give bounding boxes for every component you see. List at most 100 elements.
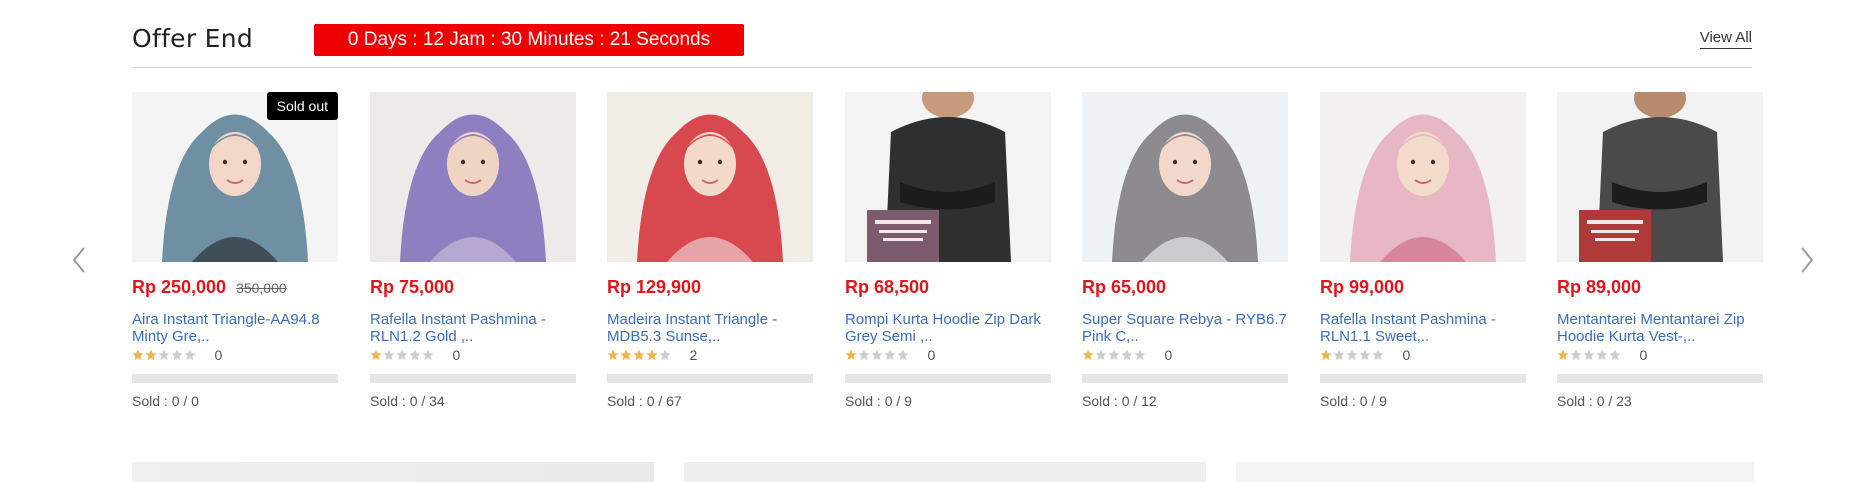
star-icon [620, 349, 632, 361]
promo-banner[interactable] [1236, 462, 1754, 482]
product-card[interactable]: Rp 75,000 Rafella Instant Pashmina - RLN… [370, 92, 576, 422]
product-rating: 0 [1082, 346, 1172, 363]
star-icon [145, 349, 157, 361]
price-row: Rp 89,000 [1557, 277, 1641, 298]
star-rating [1320, 349, 1384, 361]
promo-banner[interactable] [684, 462, 1206, 482]
sold-progress-bar [1557, 374, 1763, 383]
product-name-link[interactable]: Mentantarei Mentantarei Zip Hoodie Kurta… [1557, 311, 1763, 345]
product-image [1320, 92, 1526, 262]
sold-progress-bar [845, 374, 1051, 383]
product-card[interactable]: Rp 129,900 Madeira Instant Triangle - MD… [607, 92, 813, 422]
star-icon [396, 349, 408, 361]
product-price: Rp 68,500 [845, 277, 930, 297]
product-rating: 0 [1557, 346, 1648, 363]
star-icon [646, 349, 658, 361]
product-rating: 0 [370, 346, 461, 363]
rating-count: 0 [927, 346, 936, 363]
product-thumbnail[interactable] [845, 92, 1051, 262]
star-icon [1134, 349, 1146, 361]
sold-progress-bar [1082, 374, 1288, 383]
star-icon [1570, 349, 1582, 361]
product-thumbnail[interactable] [1082, 92, 1288, 262]
chevron-left-icon [72, 247, 85, 273]
product-price: Rp 89,000 [1557, 277, 1642, 297]
sold-count: Sold : 0 / 23 [1557, 393, 1632, 409]
promo-banner[interactable] [132, 462, 654, 482]
rating-count: 0 [214, 346, 223, 363]
product-thumbnail[interactable] [607, 92, 813, 262]
product-carousel: Sold out Rp 250,000 350,000 Aira Instant … [132, 92, 1763, 422]
product-name-link[interactable]: Madeira Instant Triangle - MDB5.3 Sunse,… [607, 311, 813, 345]
sold-count: Sold : 0 / 9 [1320, 393, 1387, 409]
star-icon [1596, 349, 1608, 361]
star-icon [1583, 349, 1595, 361]
price-row: Rp 68,500 [845, 277, 929, 298]
product-name-link[interactable]: Rafella Instant Pashmina - RLN1.2 Gold ,… [370, 311, 576, 345]
star-icon [633, 349, 645, 361]
star-icon [422, 349, 434, 361]
product-card[interactable]: Rp 89,000 Mentantarei Mentantarei Zip Ho… [1557, 92, 1763, 422]
star-rating [607, 349, 671, 361]
product-image [1557, 92, 1763, 262]
sold-out-badge: Sold out [266, 92, 338, 120]
rating-count: 0 [1639, 346, 1648, 363]
star-rating [1557, 349, 1621, 361]
price-row: Rp 99,000 [1320, 277, 1404, 298]
product-rating: 0 [1320, 346, 1411, 363]
product-thumbnail[interactable] [1557, 92, 1763, 262]
product-card[interactable]: Sold out Rp 250,000 350,000 Aira Instant … [132, 92, 338, 422]
product-image [607, 92, 813, 262]
sold-progress-bar [1320, 374, 1526, 383]
star-icon [171, 349, 183, 361]
star-rating [845, 349, 909, 361]
price-row: Rp 129,900 [607, 277, 701, 298]
star-icon [659, 349, 671, 361]
sold-count: Sold : 0 / 34 [370, 393, 445, 409]
star-icon [1359, 349, 1371, 361]
product-image [370, 92, 576, 262]
rating-count: 0 [1402, 346, 1411, 363]
carousel-prev-button[interactable] [68, 240, 92, 280]
star-icon [1095, 349, 1107, 361]
product-rating: 0 [845, 346, 936, 363]
chevron-right-icon [1801, 247, 1814, 273]
star-icon [607, 349, 619, 361]
rating-count: 0 [452, 346, 461, 363]
product-thumbnail[interactable] [370, 92, 576, 262]
star-icon [858, 349, 870, 361]
product-card[interactable]: Rp 68,500 Rompi Kurta Hoodie Zip Dark Gr… [845, 92, 1051, 422]
product-thumbnail[interactable]: Sold out [132, 92, 338, 262]
sold-progress-bar [132, 374, 338, 383]
price-row: Rp 75,000 [370, 277, 454, 298]
sold-progress-bar [370, 374, 576, 383]
price-row: Rp 250,000 350,000 [132, 277, 287, 298]
product-thumbnail[interactable] [1320, 92, 1526, 262]
rating-count: 2 [689, 346, 698, 363]
sold-count: Sold : 0 / 9 [845, 393, 912, 409]
countdown-timer: 0 Days : 12 Jam : 30 Minutes : 21 Second… [314, 24, 744, 56]
product-card[interactable]: Rp 65,000 Super Square Rebya - RYB6.7 Pi… [1082, 92, 1288, 422]
view-all-link[interactable]: View All [1699, 29, 1752, 49]
star-icon [1346, 349, 1358, 361]
star-icon [1609, 349, 1621, 361]
star-icon [1082, 349, 1094, 361]
product-price: Rp 99,000 [1320, 277, 1405, 297]
sold-progress-bar [607, 374, 813, 383]
product-price: Rp 250,000 [132, 277, 227, 297]
star-icon [132, 349, 144, 361]
star-icon [884, 349, 896, 361]
product-name-link[interactable]: Aira Instant Triangle-AA94.8 Minty Gre,.… [132, 311, 338, 345]
product-rating: 0 [132, 346, 223, 363]
star-icon [184, 349, 196, 361]
star-rating [1082, 349, 1146, 361]
product-card[interactable]: Rp 99,000 Rafella Instant Pashmina - RLN… [1320, 92, 1526, 422]
carousel-next-button[interactable] [1794, 240, 1818, 280]
sold-count: Sold : 0 / 67 [607, 393, 682, 409]
price-row: Rp 65,000 [1082, 277, 1166, 298]
product-name-link[interactable]: Rafella Instant Pashmina - RLN1.1 Sweet,… [1320, 311, 1526, 345]
product-name-link[interactable]: Super Square Rebya - RYB6.7 Pink C,.. [1082, 311, 1288, 345]
star-icon [158, 349, 170, 361]
product-name-link[interactable]: Rompi Kurta Hoodie Zip Dark Grey Semi ,.… [845, 311, 1051, 345]
sold-count: Sold : 0 / 0 [132, 393, 199, 409]
